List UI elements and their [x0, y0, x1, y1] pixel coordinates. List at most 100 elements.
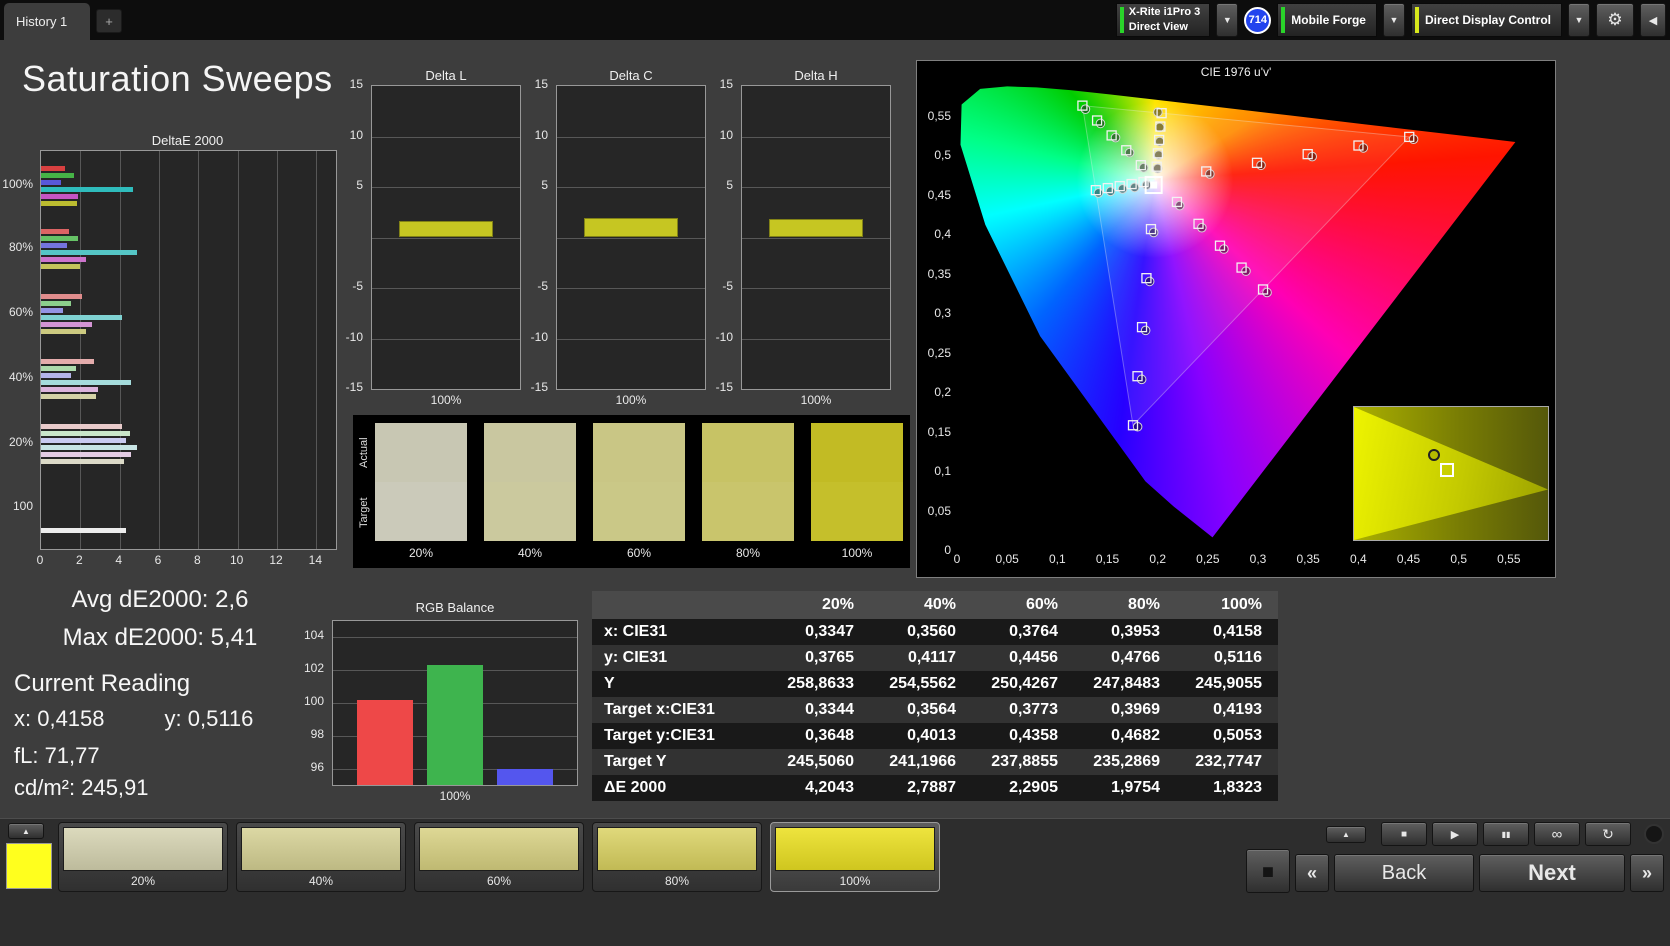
- x-axis-label: 100%: [430, 393, 462, 407]
- saturation-patch-button[interactable]: 80%: [592, 822, 762, 892]
- de-gridline: [159, 151, 160, 549]
- y-axis: 15 10 5 -5 -10 -15: [337, 77, 367, 394]
- de-x-tick: 0: [36, 553, 44, 567]
- de-gridline: [198, 151, 199, 549]
- transport-controls: ▲ ■ ▶ ▮▮ ∞ ↻: [1246, 822, 1664, 846]
- stop-button[interactable]: ■: [1381, 822, 1427, 846]
- delta-gridline: [742, 288, 890, 289]
- settings-gear-icon[interactable]: ⚙: [1596, 3, 1634, 37]
- table-cell: 245,9055: [1176, 671, 1278, 697]
- display-control-label: Direct Display Control: [1424, 13, 1551, 27]
- cie-measured-point: [1080, 104, 1091, 114]
- loop-button[interactable]: ∞: [1534, 822, 1580, 846]
- table-cell: 0,4766: [1074, 645, 1176, 671]
- delta-y-tick: -15: [530, 380, 548, 394]
- add-tab-button[interactable]: +: [96, 9, 122, 33]
- deltae-bar: [41, 459, 124, 464]
- inset-target-point: [1440, 462, 1455, 477]
- cie-x-tick: 0,2: [1149, 552, 1167, 566]
- delta-gridline: [557, 238, 705, 239]
- delta-gridline: [372, 187, 520, 188]
- cie-y-tick: 0,45: [927, 187, 951, 202]
- swatch-label: 20%: [408, 546, 434, 560]
- cie-y-tick: 0,15: [927, 424, 951, 439]
- cie-zoom-inset: [1353, 406, 1549, 541]
- next-button[interactable]: Next: [1479, 854, 1625, 892]
- collapse-panel-icon[interactable]: ◀: [1640, 3, 1666, 37]
- measurement-table: 20% 40% 60% 80% 100% x: CIE31 0,3347 0,3560 0,37…: [592, 591, 1278, 801]
- source-selector[interactable]: Mobile Forge: [1277, 3, 1377, 37]
- patch-label: 60%: [486, 874, 512, 888]
- first-page-icon[interactable]: «: [1295, 854, 1329, 892]
- cie-y-tick: 0,2: [934, 385, 951, 399]
- deltae-bar: [41, 229, 69, 234]
- cie-1976-panel: CIE 1976 u'v' 0 0,05 0,1 0,15 0,2 0,25 0,3 0,35…: [916, 60, 1556, 578]
- current-reading-heading: Current Reading: [14, 670, 191, 697]
- actual-swatch: [484, 423, 576, 482]
- display-control-selector[interactable]: Direct Display Control: [1410, 3, 1562, 37]
- deltae2000-x-axis: 0 2 4 6 8 10 12 14: [37, 553, 340, 569]
- saturation-patch-button[interactable]: 60%: [414, 822, 584, 892]
- last-page-icon[interactable]: »: [1630, 854, 1664, 892]
- patch-window-button[interactable]: ◼: [1246, 849, 1290, 893]
- source-dropdown-arrow[interactable]: ▼: [1382, 3, 1405, 37]
- expand-swatch-button[interactable]: ▲: [8, 823, 44, 839]
- current-x-value: x: 0,4158: [14, 706, 105, 731]
- deltae-bar: [41, 294, 83, 299]
- swatch-label: 60%: [626, 546, 652, 560]
- deltae2000-chart-title: DeltaE 2000: [151, 133, 224, 148]
- x-axis-label: 100%: [800, 393, 832, 407]
- top-bar: History 1 + X-Rite i1Pro 3 Direct View ▼…: [0, 0, 1670, 40]
- cie-y-tick: 0,05: [927, 503, 951, 518]
- delta-y-tick: -15: [715, 380, 733, 394]
- table-cell: 245,5060: [768, 749, 870, 775]
- plot-area: [371, 85, 521, 390]
- saturation-patch-button[interactable]: 20%: [58, 822, 228, 892]
- saturation-patch-button[interactable]: 100%: [770, 822, 940, 892]
- table-cell: 0,3773: [972, 697, 1074, 723]
- delta-y-tick: 15: [349, 77, 363, 91]
- x-axis-label: 100%: [615, 393, 647, 407]
- deltae2000-y-axis: 100% 80% 60% 40% 20% 100: [0, 150, 38, 548]
- y-axis: 104 102 100 98 96: [300, 620, 328, 784]
- de-y-tick: 60%: [8, 305, 33, 319]
- deltae-bar: [41, 452, 132, 457]
- plot-area: [556, 85, 706, 390]
- tab-history-1[interactable]: History 1: [4, 3, 90, 40]
- expand-controls-button[interactable]: ▲: [1326, 825, 1366, 843]
- deltae-bar: [41, 322, 93, 327]
- deltae-bar: [41, 173, 75, 178]
- tab-label: History 1: [16, 14, 68, 29]
- play-button[interactable]: ▶: [1432, 822, 1478, 846]
- cie-x-tick: 0: [953, 552, 961, 566]
- target-swatch: [484, 482, 576, 541]
- table-cell: 1,8323: [1176, 775, 1278, 801]
- rgb-gridline: [333, 637, 577, 638]
- cie-selected-point-inner: [1150, 181, 1158, 189]
- meter-selector[interactable]: X-Rite i1Pro 3 Direct View: [1115, 3, 1211, 37]
- delta-y-tick: -5: [722, 279, 733, 293]
- refresh-button[interactable]: ↻: [1585, 822, 1631, 846]
- cie-measured-point: [1205, 169, 1215, 179]
- chart-title: Delta C: [609, 68, 653, 83]
- delta-y-tick: 10: [349, 127, 363, 142]
- delta-gridline: [742, 238, 890, 239]
- display-dropdown-arrow[interactable]: ▼: [1568, 3, 1590, 37]
- delta-y-tick: 10: [534, 127, 548, 142]
- plot-area: [332, 620, 578, 786]
- meter-dropdown-arrow[interactable]: ▼: [1216, 3, 1239, 37]
- back-button[interactable]: Back: [1334, 854, 1474, 892]
- cie-x-tick: 0,45: [1396, 552, 1421, 566]
- delta-gridline: [742, 137, 890, 138]
- source-label: Mobile Forge: [1291, 13, 1366, 27]
- pause-button[interactable]: ▮▮: [1483, 822, 1529, 846]
- delta-y-tick: 5: [356, 178, 363, 192]
- table-cell: 0,3765: [768, 645, 870, 671]
- saturation-patch-button[interactable]: 40%: [236, 822, 406, 892]
- cie-measured-point: [1117, 184, 1128, 194]
- deltae-bar: [41, 264, 80, 269]
- actual-target-swatch-strip: Actual Target 20% 40% 60% 80% 100%: [353, 415, 910, 568]
- table-cell: 0,4193: [1176, 697, 1278, 723]
- table-cell: 1,9754: [1074, 775, 1176, 801]
- saturation-patch-row: 20% 40% 60% 80% 100%: [58, 822, 940, 892]
